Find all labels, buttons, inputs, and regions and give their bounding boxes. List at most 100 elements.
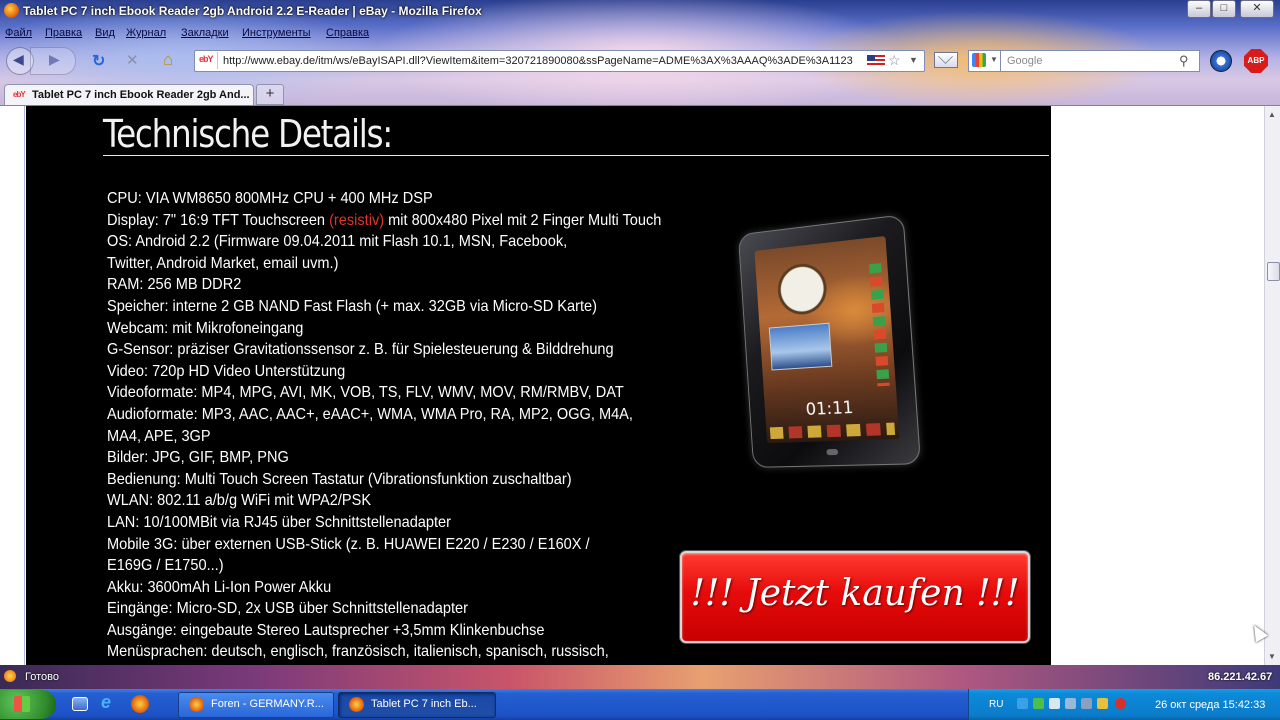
back-arrow-icon: ◀: [13, 51, 24, 67]
buy-now-button[interactable]: !!! Jetzt kaufen !!!: [680, 551, 1030, 643]
tab-favicon: ebY: [13, 90, 26, 99]
menu-help[interactable]: Справка: [326, 27, 369, 39]
stop-icon[interactable]: ✕: [126, 51, 139, 69]
spec-text: Display: 7" 16:9 TFT Touchscreen: [107, 211, 330, 229]
us-flag-icon: [867, 55, 885, 66]
screen-photo-widget: [768, 322, 833, 371]
adblock-icon[interactable]: ABP: [1244, 49, 1268, 73]
spec-item: Mobile 3G: über externen USB-Stick (z. B…: [107, 535, 590, 553]
menu-history[interactable]: Журнал: [126, 27, 166, 39]
start-button[interactable]: [0, 690, 56, 719]
ip-address: 86.221.42.67: [1208, 671, 1273, 683]
show-desktop-icon[interactable]: [72, 697, 88, 711]
tab-label: Tablet PC 7 inch Ebook Reader 2gb And...: [32, 89, 250, 101]
url-text[interactable]: http://www.ebay.de/itm/ws/eBayISAPI.dll?…: [223, 55, 859, 67]
bookmark-star-icon[interactable]: ☆: [888, 52, 901, 69]
spec-list: CPU: VIA WM8650 800MHz CPU + 400 MHz DSP…: [107, 188, 707, 663]
firefox-quicklaunch-icon[interactable]: [131, 695, 149, 713]
browser-chrome: Tablet PC 7 inch Ebook Reader 2gb Androi…: [0, 0, 1280, 106]
spec-item: E169G / E1750...): [107, 557, 224, 575]
forward-button[interactable]: ▶: [30, 47, 76, 75]
windows-taskbar: e Foren - GERMANY.R... Tablet PC 7 inch …: [0, 689, 1280, 720]
menu-file[interactable]: Файл: [5, 27, 32, 39]
menu-view[interactable]: Вид: [95, 27, 115, 39]
search-icon[interactable]: ⚲: [1179, 53, 1189, 69]
window-title: Tablet PC 7 inch Ebook Reader 2gb Androi…: [23, 4, 482, 18]
home-icon[interactable]: ⌂: [163, 50, 173, 70]
mail-icon[interactable]: [934, 52, 958, 68]
google-icon: [972, 53, 986, 67]
clock[interactable]: 26 окт среда 15:42:33: [1155, 699, 1265, 711]
tablet-product-image: 01:11: [737, 214, 922, 468]
tablet-home-button: [826, 448, 839, 456]
screen-clock: 01:11: [805, 397, 855, 420]
messenger-icon[interactable]: [1049, 698, 1060, 709]
spec-text: mit 800x480 Pixel mit 2 Finger Multi Tou…: [384, 211, 662, 229]
task-label: Tablet PC 7 inch Eb...: [371, 698, 477, 710]
firefox-icon: [4, 3, 19, 18]
spec-item: Akku: 3600mAh Li-Ion Power Akku: [107, 578, 332, 596]
search-placeholder: Google: [1007, 55, 1043, 67]
antivirus-icon[interactable]: [1115, 698, 1126, 709]
display-icon[interactable]: [1065, 698, 1076, 709]
new-tab-button[interactable]: +: [256, 84, 284, 105]
site-favicon: ebY: [199, 54, 213, 64]
taskbar-item-foren[interactable]: Foren - GERMANY.R...: [178, 692, 334, 718]
content-border: [24, 106, 25, 665]
reload-icon[interactable]: ↻: [92, 51, 105, 71]
address-bar[interactable]: ebY http://www.ebay.de/itm/ws/eBayISAPI.…: [194, 50, 925, 72]
search-input[interactable]: Google ⚲: [1000, 50, 1200, 72]
spec-item: Menüsprachen: deutsch, englisch, französ…: [107, 643, 609, 661]
menu-bookmarks[interactable]: Закладки: [181, 27, 229, 39]
forward-arrow-icon: ▶: [49, 51, 60, 67]
scroll-down-icon[interactable]: ▼: [1268, 652, 1276, 661]
tab-ebay-listing[interactable]: ebY Tablet PC 7 inch Ebook Reader 2gb An…: [4, 84, 254, 106]
spec-item: OS: Android 2.2 (Firmware 09.04.2011 mit…: [107, 233, 568, 251]
navigation-toolbar: ◀ ▶ ↻ ✕ ⌂ ebY http://www.ebay.de/itm/ws/…: [0, 47, 1280, 75]
search-engine-selector[interactable]: ▼: [968, 50, 1001, 72]
firefox-icon: [189, 697, 204, 712]
spec-item: Bedienung: Multi Touch Screen Tastatur (…: [107, 470, 572, 488]
screen-dock: [769, 422, 896, 440]
spec-item: MA4, APE, 3GP: [107, 427, 211, 445]
spec-item: Ausgänge: eingebaute Stereo Lautsprecher…: [107, 621, 545, 639]
scrollbar-thumb[interactable]: [1267, 262, 1280, 281]
status-icon: [4, 670, 16, 682]
language-indicator[interactable]: RU: [989, 699, 1003, 710]
system-tray: RU 26 окт среда 15:42:33: [968, 689, 1280, 720]
spec-item: Webcam: mit Mikrofoneingang: [107, 319, 304, 337]
title-bar: Tablet PC 7 inch Ebook Reader 2gb Androi…: [0, 0, 1280, 22]
chevron-down-icon: ▼: [990, 55, 998, 64]
close-button[interactable]: ✕: [1240, 0, 1274, 18]
spec-item: G-Sensor: präziser Gravitationssensor z.…: [107, 341, 614, 359]
internet-explorer-icon[interactable]: e: [101, 692, 119, 712]
spec-item: RAM: 256 MB DDR2: [107, 276, 242, 294]
update-icon[interactable]: [1097, 698, 1108, 709]
spec-item: Display: 7" 16:9 TFT Touchscreen (resist…: [107, 210, 661, 232]
product-details-panel: Technische Details: CPU: VIA WM8650 800M…: [26, 106, 1051, 665]
firefox-icon: [349, 697, 364, 712]
volume-icon[interactable]: [1081, 698, 1092, 709]
security-icon[interactable]: [1033, 698, 1044, 709]
page-viewport: Technische Details: CPU: VIA WM8650 800M…: [0, 106, 1264, 665]
section-title: Technische Details:: [103, 112, 393, 156]
spec-item: WLAN: 802.11 a/b/g WiFi mit WPA2/PSK: [107, 492, 372, 510]
windows-logo-icon: [14, 696, 30, 712]
buy-now-label: !!! Jetzt kaufen !!!: [690, 573, 1020, 614]
spec-item: Audioformate: MP3, AAC, AAC+, eAAC+, WMA…: [107, 405, 633, 423]
taskbar-item-tablet[interactable]: Tablet PC 7 inch Eb...: [338, 692, 496, 718]
menu-tools[interactable]: Инструменты: [242, 27, 311, 39]
maximize-button[interactable]: □: [1212, 0, 1236, 18]
vertical-scrollbar[interactable]: ▲ ▼: [1264, 106, 1280, 665]
url-history-dropdown-icon[interactable]: ▼: [909, 55, 918, 65]
minimize-button[interactable]: –: [1187, 0, 1211, 18]
scroll-up-icon[interactable]: ▲: [1268, 110, 1276, 119]
network-icon[interactable]: [1017, 698, 1028, 709]
tab-strip: ebY Tablet PC 7 inch Ebook Reader 2gb An…: [0, 83, 1280, 106]
addon-icon[interactable]: [1210, 50, 1232, 72]
menu-edit[interactable]: Правка: [45, 27, 82, 39]
status-bar: Готово 86.221.42.67: [0, 665, 1280, 689]
task-label: Foren - GERMANY.R...: [211, 698, 324, 710]
spec-item: CPU: VIA WM8650 800MHz CPU + 400 MHz DSP: [107, 190, 433, 207]
spec-item: Videoformate: MP4, MPG, AVI, MK, VOB, TS…: [107, 384, 624, 402]
